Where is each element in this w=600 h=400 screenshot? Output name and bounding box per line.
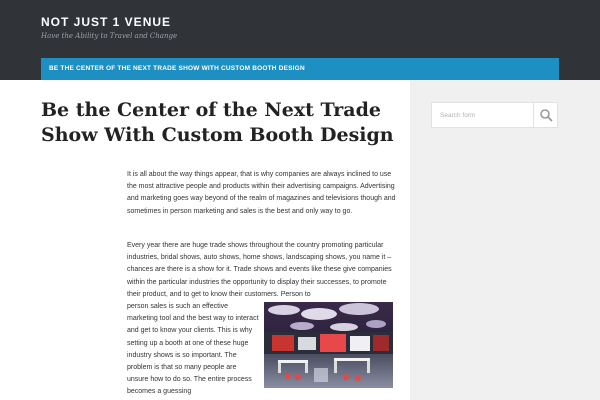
search-input[interactable] (432, 103, 532, 127)
post-title: Be the Center of the Next Trade Show Wit… (41, 99, 394, 146)
post-paragraph-2: Every year there are huge trade shows th… (127, 242, 392, 298)
site-title[interactable]: NOT JUST 1 VENUE (41, 15, 171, 29)
search-button[interactable] (533, 103, 558, 127)
sidebar (410, 80, 600, 400)
post-paragraph-3: person sales is such an effective market… (127, 303, 259, 396)
search-form (431, 102, 558, 128)
site-tagline: Have the Ability to Travel and Change (41, 32, 178, 40)
content-area: Be the Center of the Next Trade Show Wit… (0, 80, 410, 400)
site-header: NOT JUST 1 VENUE Have the Ability to Tra… (0, 0, 600, 80)
search-icon (540, 109, 553, 122)
trade-show-booth-image (264, 302, 393, 388)
nav-item-current-post[interactable]: BE THE CENTER OF THE NEXT TRADE SHOW WIT… (49, 65, 305, 72)
main-navigation: BE THE CENTER OF THE NEXT TRADE SHOW WIT… (41, 58, 559, 80)
post-paragraph-1: It is all about the way things appear, t… (127, 171, 396, 215)
